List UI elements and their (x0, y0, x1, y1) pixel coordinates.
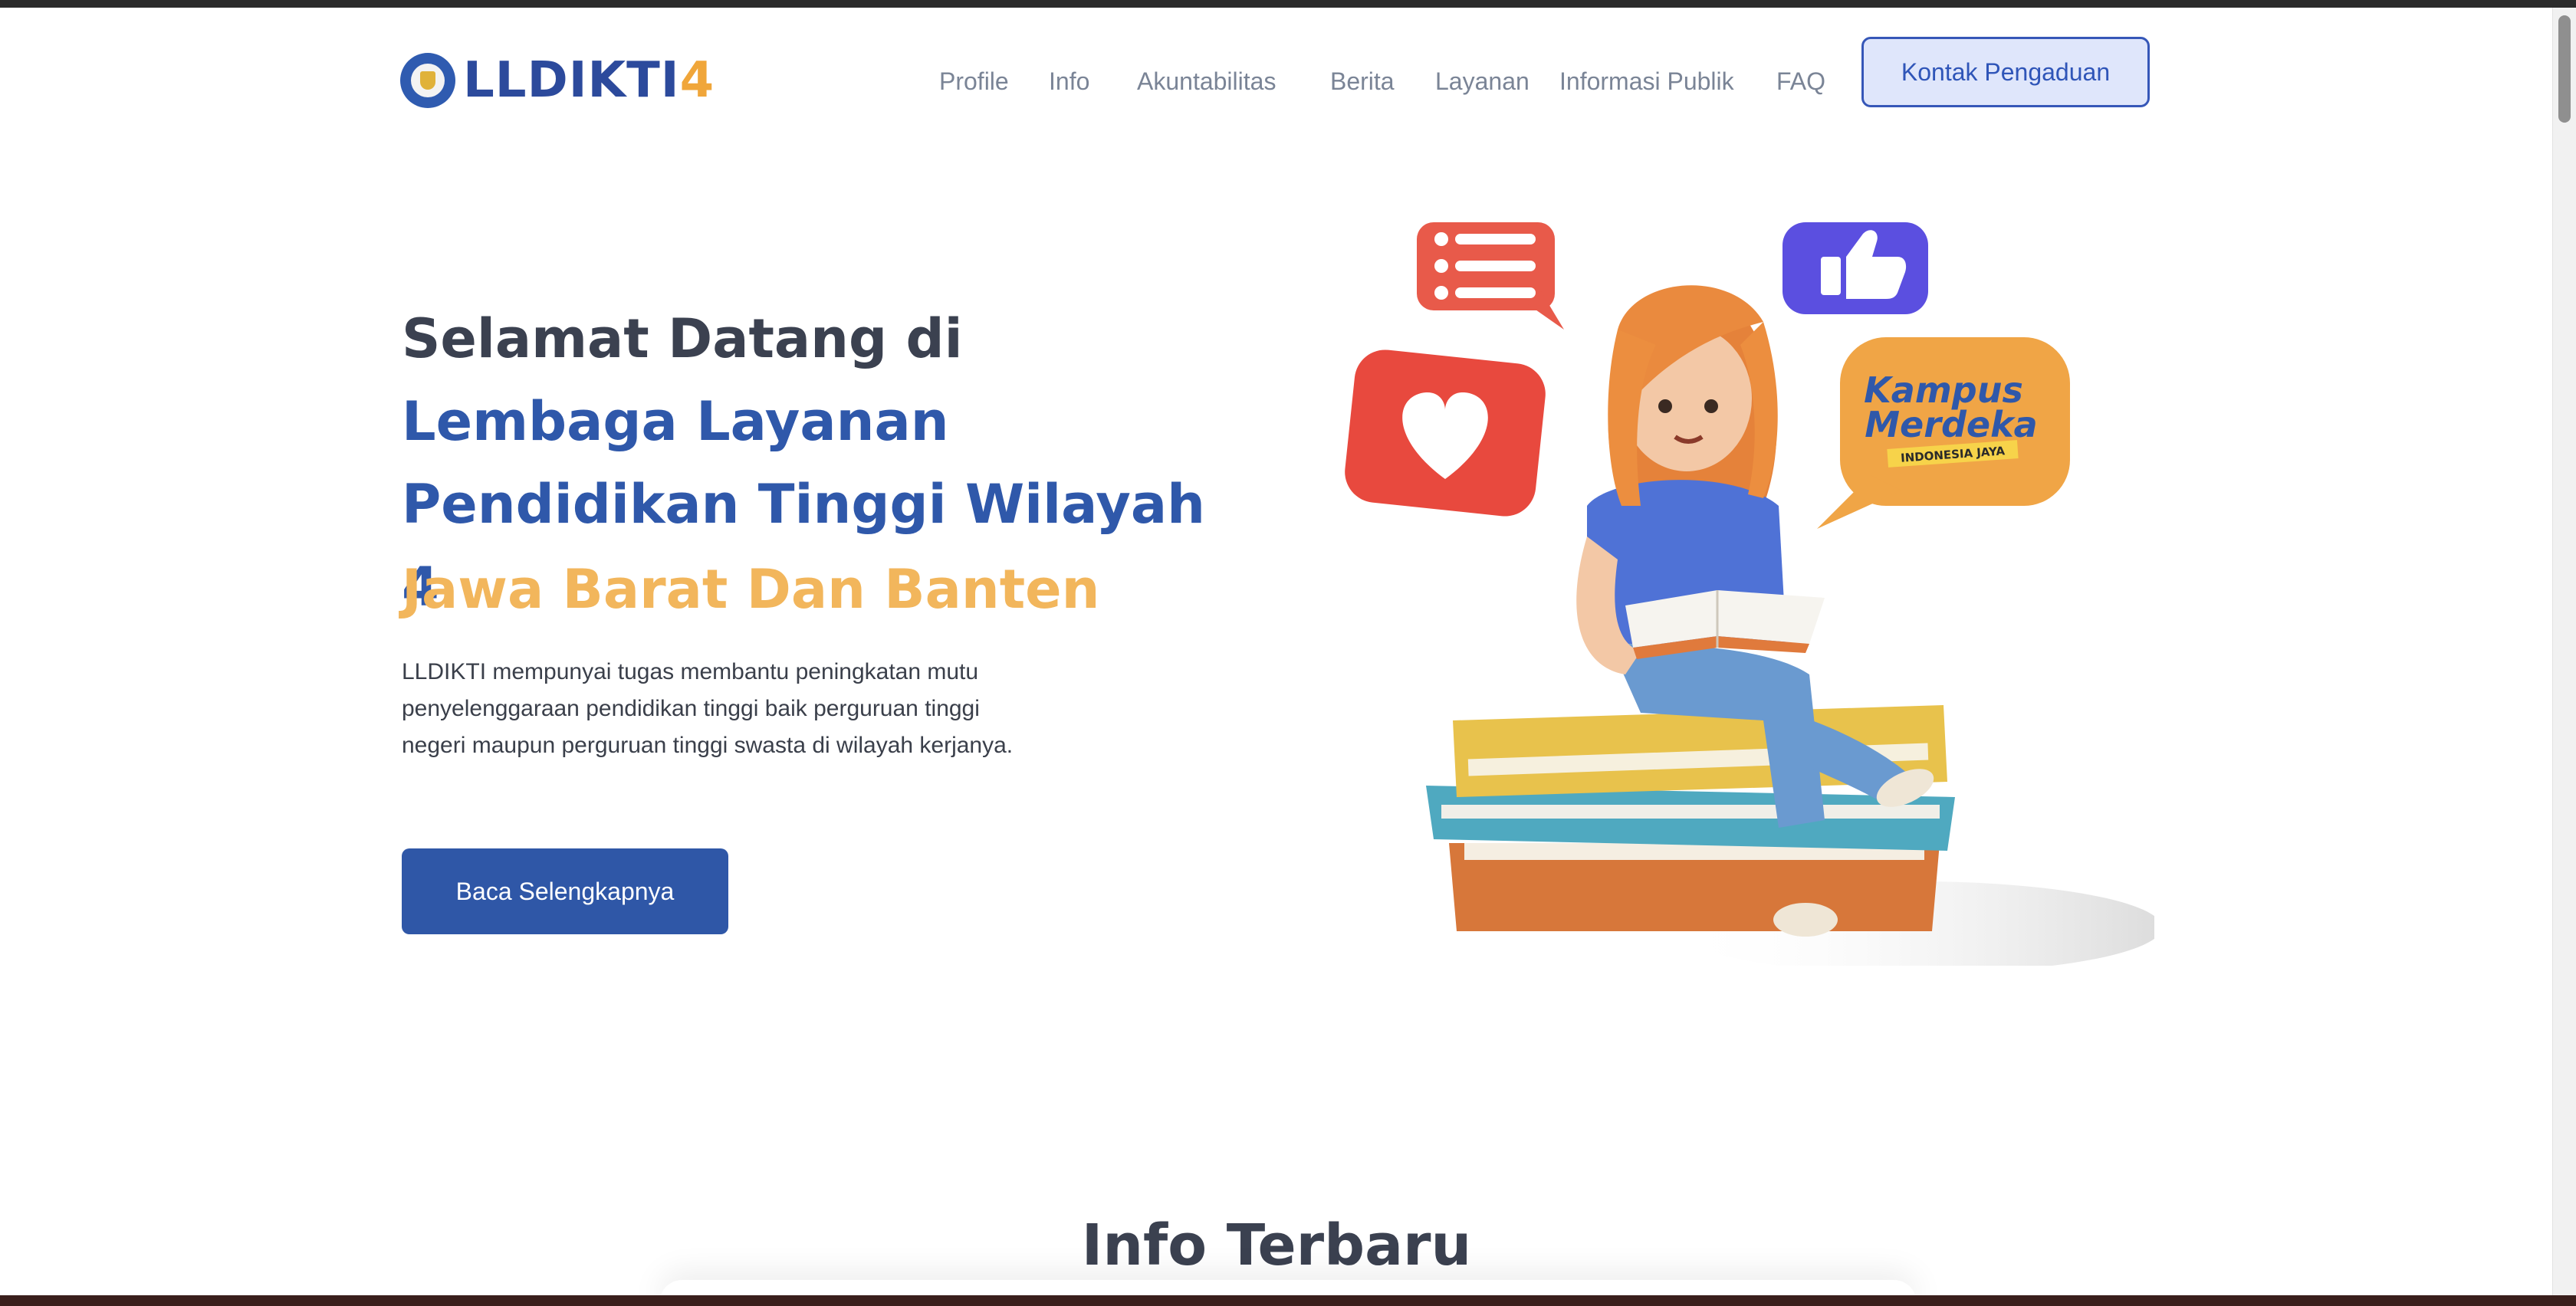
nav-item-informasi-publik[interactable]: Informasi Publik (1559, 54, 1734, 109)
kampus-merdeka-chat-bubble: Kampus Merdeka INDONESIA JAYA (1817, 337, 2070, 529)
info-terbaru-title: Info Terbaru (1081, 1212, 1472, 1278)
nav-item-akuntabilitas[interactable]: Akuntabilitas (1137, 54, 1276, 109)
hero-description: LLDIKTI mempunyai tugas membantu peningk… (402, 659, 1014, 758)
browser-bottom-edge (0, 1295, 2576, 1306)
page-viewport: LLDIKTI 4 Profile Info Akuntabilitas Ber… (0, 8, 2576, 1295)
tut-wuri-emblem-icon (400, 53, 455, 108)
hero-title-lead: Selamat Datang di (402, 307, 963, 370)
heart-chat-bubble-icon (1345, 349, 1546, 517)
logo-accent: 4 (679, 52, 715, 109)
kontak-pengaduan-button[interactable]: Kontak Pengaduan (1861, 37, 2150, 107)
list-chat-bubble-icon (1417, 222, 1564, 330)
nav-item-layanan[interactable]: Layanan (1435, 54, 1530, 109)
page-scrollbar[interactable] (2552, 8, 2576, 1295)
browser-top-edge (0, 0, 2576, 8)
logo[interactable]: LLDIKTI 4 (400, 42, 714, 119)
hero-subtitle: Jawa Barat Dan Banten (402, 558, 1100, 621)
scrollbar-thumb[interactable] (2558, 15, 2571, 123)
bubble-line-2: Merdeka (1865, 404, 2037, 445)
baca-selengkapnya-button[interactable]: Baca Selengkapnya (402, 848, 728, 934)
hero-illustration: Kampus Merdeka INDONESIA JAYA (1345, 222, 2154, 966)
info-card-edge (659, 1280, 1917, 1295)
book-stack (1426, 705, 1955, 931)
nav-item-berita[interactable]: Berita (1330, 54, 1395, 109)
thumbs-up-chat-bubble-icon (1783, 222, 1928, 314)
nav-item-faq[interactable]: FAQ (1776, 54, 1825, 109)
nav-item-info[interactable]: Info (1049, 54, 1089, 109)
nav-item-profile[interactable]: Profile (939, 54, 1009, 109)
logo-text: LLDIKTI (463, 52, 680, 109)
